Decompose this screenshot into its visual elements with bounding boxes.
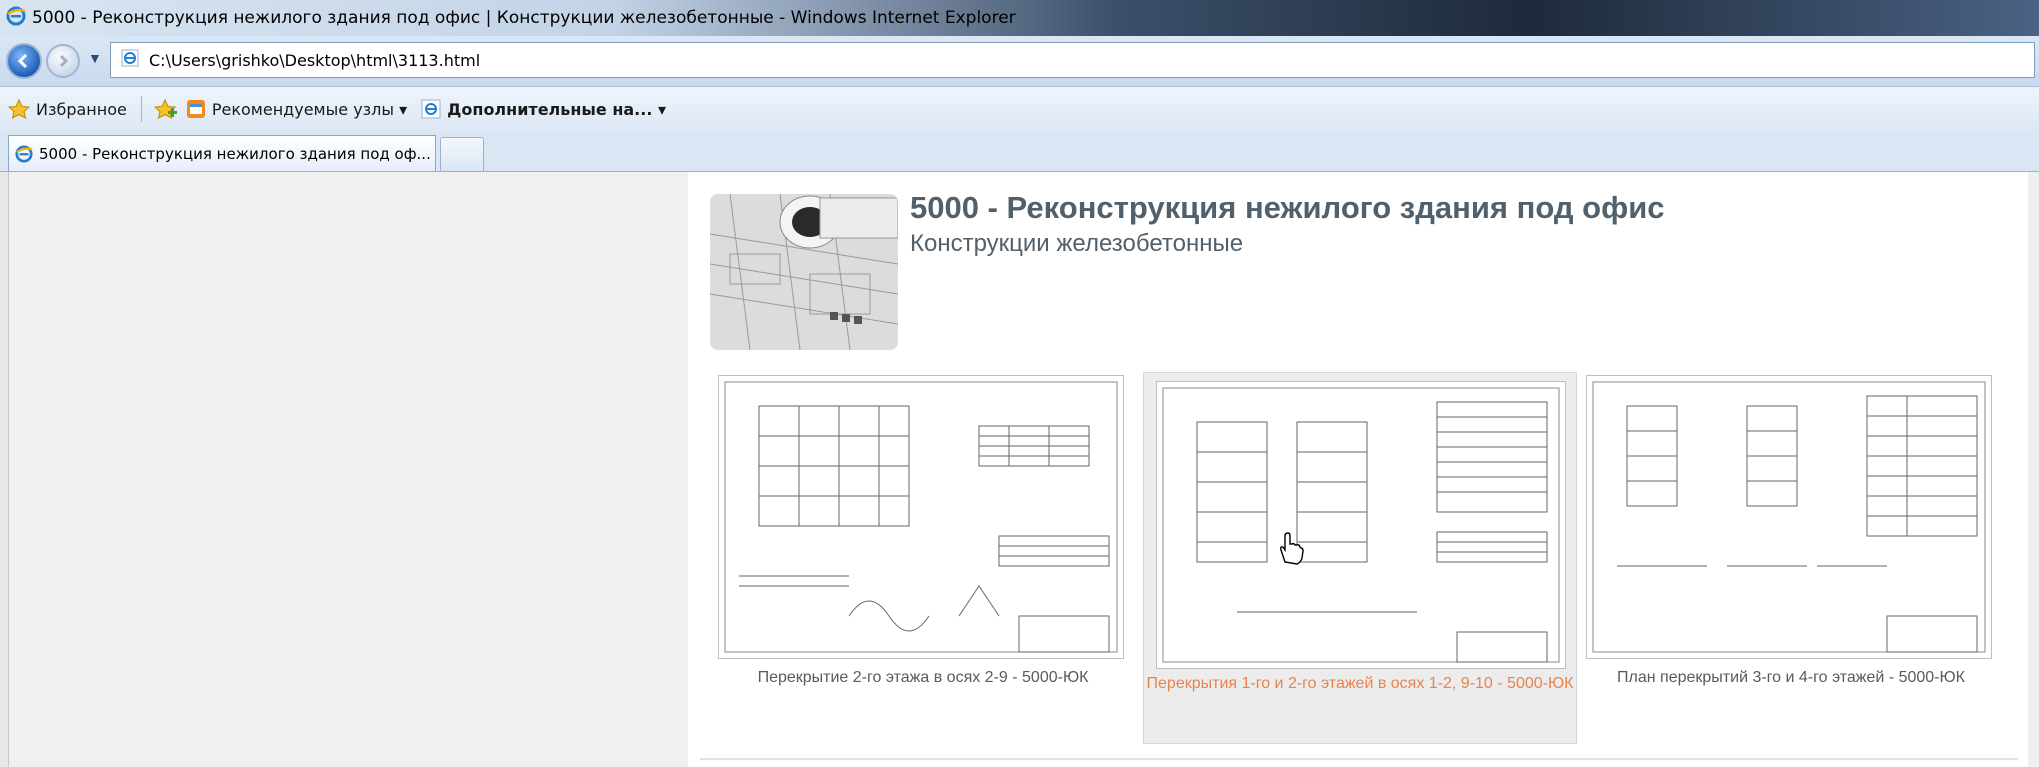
drawing-card-hovered[interactable]: Перекрытия 1-го и 2-го этажей в осях 1-2… <box>1143 372 1577 744</box>
page-icon <box>121 49 139 72</box>
drawing-thumbnail[interactable] <box>718 375 1124 659</box>
page-content: 5000 - Реконструкция нежилого здания под… <box>688 172 2028 767</box>
internet-explorer-icon <box>15 144 33 163</box>
drawing-thumbnail[interactable] <box>1586 375 1992 659</box>
history-dropdown-icon[interactable]: ▼ <box>88 50 102 66</box>
arrow-left-icon <box>17 53 28 69</box>
drawing-card[interactable]: План перекрытий 3-го и 4-го этажей - 500… <box>1586 375 1996 745</box>
window-title-bar: 5000 - Реконструкция нежилого здания под… <box>0 0 2039 36</box>
back-button[interactable] <box>6 43 42 79</box>
star-icon <box>8 99 30 119</box>
page-title: 5000 - Реконструкция нежилого здания под… <box>910 190 1665 225</box>
window-title: 5000 - Реконструкция нежилого здания под… <box>32 8 1016 28</box>
hand-cursor-icon <box>1280 532 1304 565</box>
forward-button[interactable] <box>46 44 80 78</box>
suggested-sites-button[interactable]: Рекомендуемые узлы ▾ <box>186 99 407 119</box>
addons-button[interactable]: Дополнительные на... ▾ <box>421 99 666 119</box>
addons-label: Дополнительные на... ▾ <box>447 99 667 119</box>
address-field[interactable]: C:\Users\grishko\Desktop\html\3113.html <box>110 42 2035 78</box>
internet-explorer-icon <box>6 6 26 31</box>
divider <box>700 758 2018 760</box>
project-thumbnail <box>710 194 898 350</box>
favorites-label: Избранное <box>36 99 127 119</box>
add-favorite-button[interactable] <box>153 99 178 119</box>
favorites-bar: Избранное Рекомендуемые узлы ▾ Дополните… <box>0 87 2039 131</box>
add-star-icon <box>153 99 177 119</box>
drawing-caption[interactable]: План перекрытий 3-го и 4-го этажей - 500… <box>1586 667 1996 689</box>
url-text[interactable]: C:\Users\grishko\Desktop\html\3113.html <box>149 51 480 70</box>
address-row: ▼ C:\Users\grishko\Desktop\html\3113.htm… <box>0 36 2039 87</box>
tab-title: 5000 - Реконструкция нежилого здания под… <box>39 144 431 163</box>
web-slice-icon <box>421 99 441 119</box>
arrow-right-icon <box>59 54 69 68</box>
suggested-sites-label: Рекомендуемые узлы ▾ <box>211 99 408 119</box>
tab-bar: 5000 - Реконструкция нежилого здания под… <box>0 131 2039 172</box>
suggested-sites-icon <box>186 100 205 118</box>
new-tab-button[interactable] <box>440 137 484 171</box>
drawing-card[interactable]: Перекрытие 2-го этажа в осях 2-9 - 5000-… <box>718 375 1128 745</box>
drawing-caption[interactable]: Перекрытие 2-го этажа в осях 2-9 - 5000-… <box>718 667 1128 689</box>
tab-active[interactable]: 5000 - Реконструкция нежилого здания под… <box>8 135 436 171</box>
page-subtitle: Конструкции железобетонные <box>910 230 1244 257</box>
drawing-thumbnail[interactable] <box>1156 381 1566 669</box>
drawing-caption[interactable]: Перекрытия 1-го и 2-го этажей в осях 1-2… <box>1144 673 1576 695</box>
separator <box>140 96 142 122</box>
page-left-edge <box>0 172 9 767</box>
favorites-button[interactable]: Избранное <box>8 99 127 119</box>
